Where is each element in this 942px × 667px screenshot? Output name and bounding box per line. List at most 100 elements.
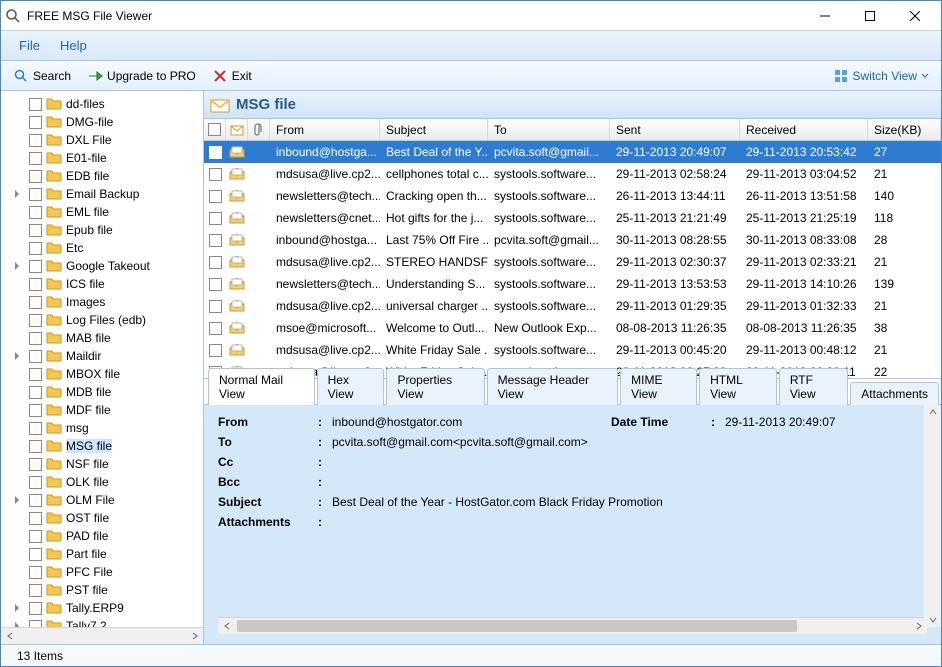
mail-row[interactable]: newsletters@tech...Cracking open th...sy… — [204, 185, 941, 207]
tree-item[interactable]: dd-files — [1, 95, 203, 113]
checkbox[interactable] — [29, 566, 42, 579]
checkbox[interactable] — [29, 206, 42, 219]
tree-item[interactable]: MDF file — [1, 401, 203, 419]
close-button[interactable] — [892, 2, 937, 30]
row-checkbox[interactable] — [204, 141, 226, 163]
row-checkbox[interactable] — [204, 229, 226, 251]
tree-item[interactable]: DXL File — [1, 131, 203, 149]
scroll-right-icon[interactable] — [186, 628, 203, 645]
checkbox[interactable] — [29, 260, 42, 273]
tree-item[interactable]: ICS file — [1, 275, 203, 293]
mail-row[interactable]: mdsusa@live.cp2...universal charger ...s… — [204, 295, 941, 317]
checkbox[interactable] — [29, 152, 42, 165]
checkbox[interactable] — [29, 332, 42, 345]
tree-item[interactable]: OLK file — [1, 473, 203, 491]
tab[interactable]: MIME View — [620, 368, 697, 405]
checkbox[interactable] — [29, 530, 42, 543]
mail-row[interactable]: mdsusa@live.cp2...cellphones total c...s… — [204, 163, 941, 185]
col-size[interactable]: Size(KB) — [868, 119, 941, 140]
grid-body[interactable]: inbound@hostga...Best Deal of the Y...pc… — [204, 141, 941, 378]
tree-item[interactable]: msg — [1, 419, 203, 437]
scroll-down-icon[interactable] — [929, 616, 937, 624]
mail-row[interactable]: newsletters@cnet...Hot gifts for the j..… — [204, 207, 941, 229]
tree-item[interactable]: Images — [1, 293, 203, 311]
checkbox[interactable] — [29, 386, 42, 399]
tab[interactable]: HTML View — [699, 368, 777, 405]
tree-item[interactable]: EDB file — [1, 167, 203, 185]
scroll-up-icon[interactable] — [929, 408, 937, 416]
col-subject[interactable]: Subject — [380, 119, 488, 140]
checkbox[interactable] — [29, 368, 42, 381]
checkbox[interactable] — [29, 134, 42, 147]
checkbox[interactable] — [29, 422, 42, 435]
mail-row[interactable]: mdsusa@live.cp2...White Friday Sale ...s… — [204, 339, 941, 361]
checkbox[interactable] — [29, 116, 42, 129]
checkbox[interactable] — [29, 278, 42, 291]
folder-tree[interactable]: dd-filesDMG-fileDXL FileE01-fileEDB file… — [1, 91, 203, 627]
tab[interactable]: Properties View — [386, 368, 484, 405]
checkbox[interactable] — [29, 494, 42, 507]
tab[interactable]: Attachments — [850, 382, 939, 405]
row-checkbox[interactable] — [204, 295, 226, 317]
menu-help[interactable]: Help — [50, 34, 97, 57]
tab[interactable]: Normal Mail View — [208, 368, 315, 405]
scroll-left-icon[interactable] — [1, 628, 18, 645]
checkbox[interactable] — [29, 476, 42, 489]
tree-item[interactable]: PST file — [1, 581, 203, 599]
tab[interactable]: Hex View — [317, 368, 385, 405]
col-from[interactable]: From — [270, 119, 380, 140]
switch-view-button[interactable]: Switch View — [825, 66, 937, 86]
detail-hscroll[interactable] — [218, 617, 927, 634]
checkbox[interactable] — [29, 314, 42, 327]
tree-item[interactable]: Part file — [1, 545, 203, 563]
checkbox[interactable] — [29, 602, 42, 615]
checkbox[interactable] — [29, 404, 42, 417]
tree-item[interactable]: Email Backup — [1, 185, 203, 203]
sidebar-hscroll[interactable] — [1, 627, 203, 644]
exit-button[interactable]: Exit — [204, 66, 260, 86]
checkbox[interactable] — [29, 188, 42, 201]
scroll-left-icon[interactable] — [218, 622, 235, 630]
maximize-button[interactable] — [847, 2, 892, 30]
checkbox[interactable] — [29, 242, 42, 255]
tree-item[interactable]: Log Files (edb) — [1, 311, 203, 329]
col-received[interactable]: Received — [740, 119, 868, 140]
tree-item[interactable]: MAB file — [1, 329, 203, 347]
tree-item[interactable]: OLM File — [1, 491, 203, 509]
tree-item[interactable]: Epub file — [1, 221, 203, 239]
row-checkbox[interactable] — [204, 339, 226, 361]
col-sent[interactable]: Sent — [610, 119, 740, 140]
mail-row[interactable]: newsletters@tech...Understanding S...sys… — [204, 273, 941, 295]
tree-item[interactable]: Tally.ERP9 — [1, 599, 203, 617]
checkbox[interactable] — [29, 620, 42, 628]
mail-row[interactable]: msoe@microsoft...Welcome to Outl...New O… — [204, 317, 941, 339]
checkbox[interactable] — [29, 98, 42, 111]
row-checkbox[interactable] — [204, 185, 226, 207]
checkbox[interactable] — [29, 548, 42, 561]
tab[interactable]: Message Header View — [487, 368, 619, 405]
tree-item[interactable]: MSG file — [1, 437, 203, 455]
checkbox[interactable] — [29, 224, 42, 237]
col-to[interactable]: To — [488, 119, 610, 140]
row-checkbox[interactable] — [204, 207, 226, 229]
checkbox[interactable] — [29, 458, 42, 471]
col-read-icon[interactable] — [226, 119, 248, 140]
checkbox[interactable] — [29, 440, 42, 453]
checkbox[interactable] — [29, 170, 42, 183]
tree-item[interactable]: OST file — [1, 509, 203, 527]
mail-row[interactable]: inbound@hostga...Best Deal of the Y...pc… — [204, 141, 941, 163]
tree-item[interactable]: Etc — [1, 239, 203, 257]
search-button[interactable]: Search — [5, 66, 79, 86]
tree-item[interactable]: Maildir — [1, 347, 203, 365]
checkbox[interactable] — [29, 350, 42, 363]
tree-item[interactable]: PAD file — [1, 527, 203, 545]
mail-row[interactable]: mdsusa@live.cp2...STEREO HANDSFR...systo… — [204, 251, 941, 273]
tree-item[interactable]: Tally7.2 — [1, 617, 203, 627]
col-checkbox[interactable] — [204, 119, 226, 140]
mail-row[interactable]: inbound@hostga...Last 75% Off Fire ...pc… — [204, 229, 941, 251]
tree-item[interactable]: PFC File — [1, 563, 203, 581]
checkbox[interactable] — [29, 512, 42, 525]
row-checkbox[interactable] — [204, 273, 226, 295]
row-checkbox[interactable] — [204, 163, 226, 185]
tree-item[interactable]: EML file — [1, 203, 203, 221]
